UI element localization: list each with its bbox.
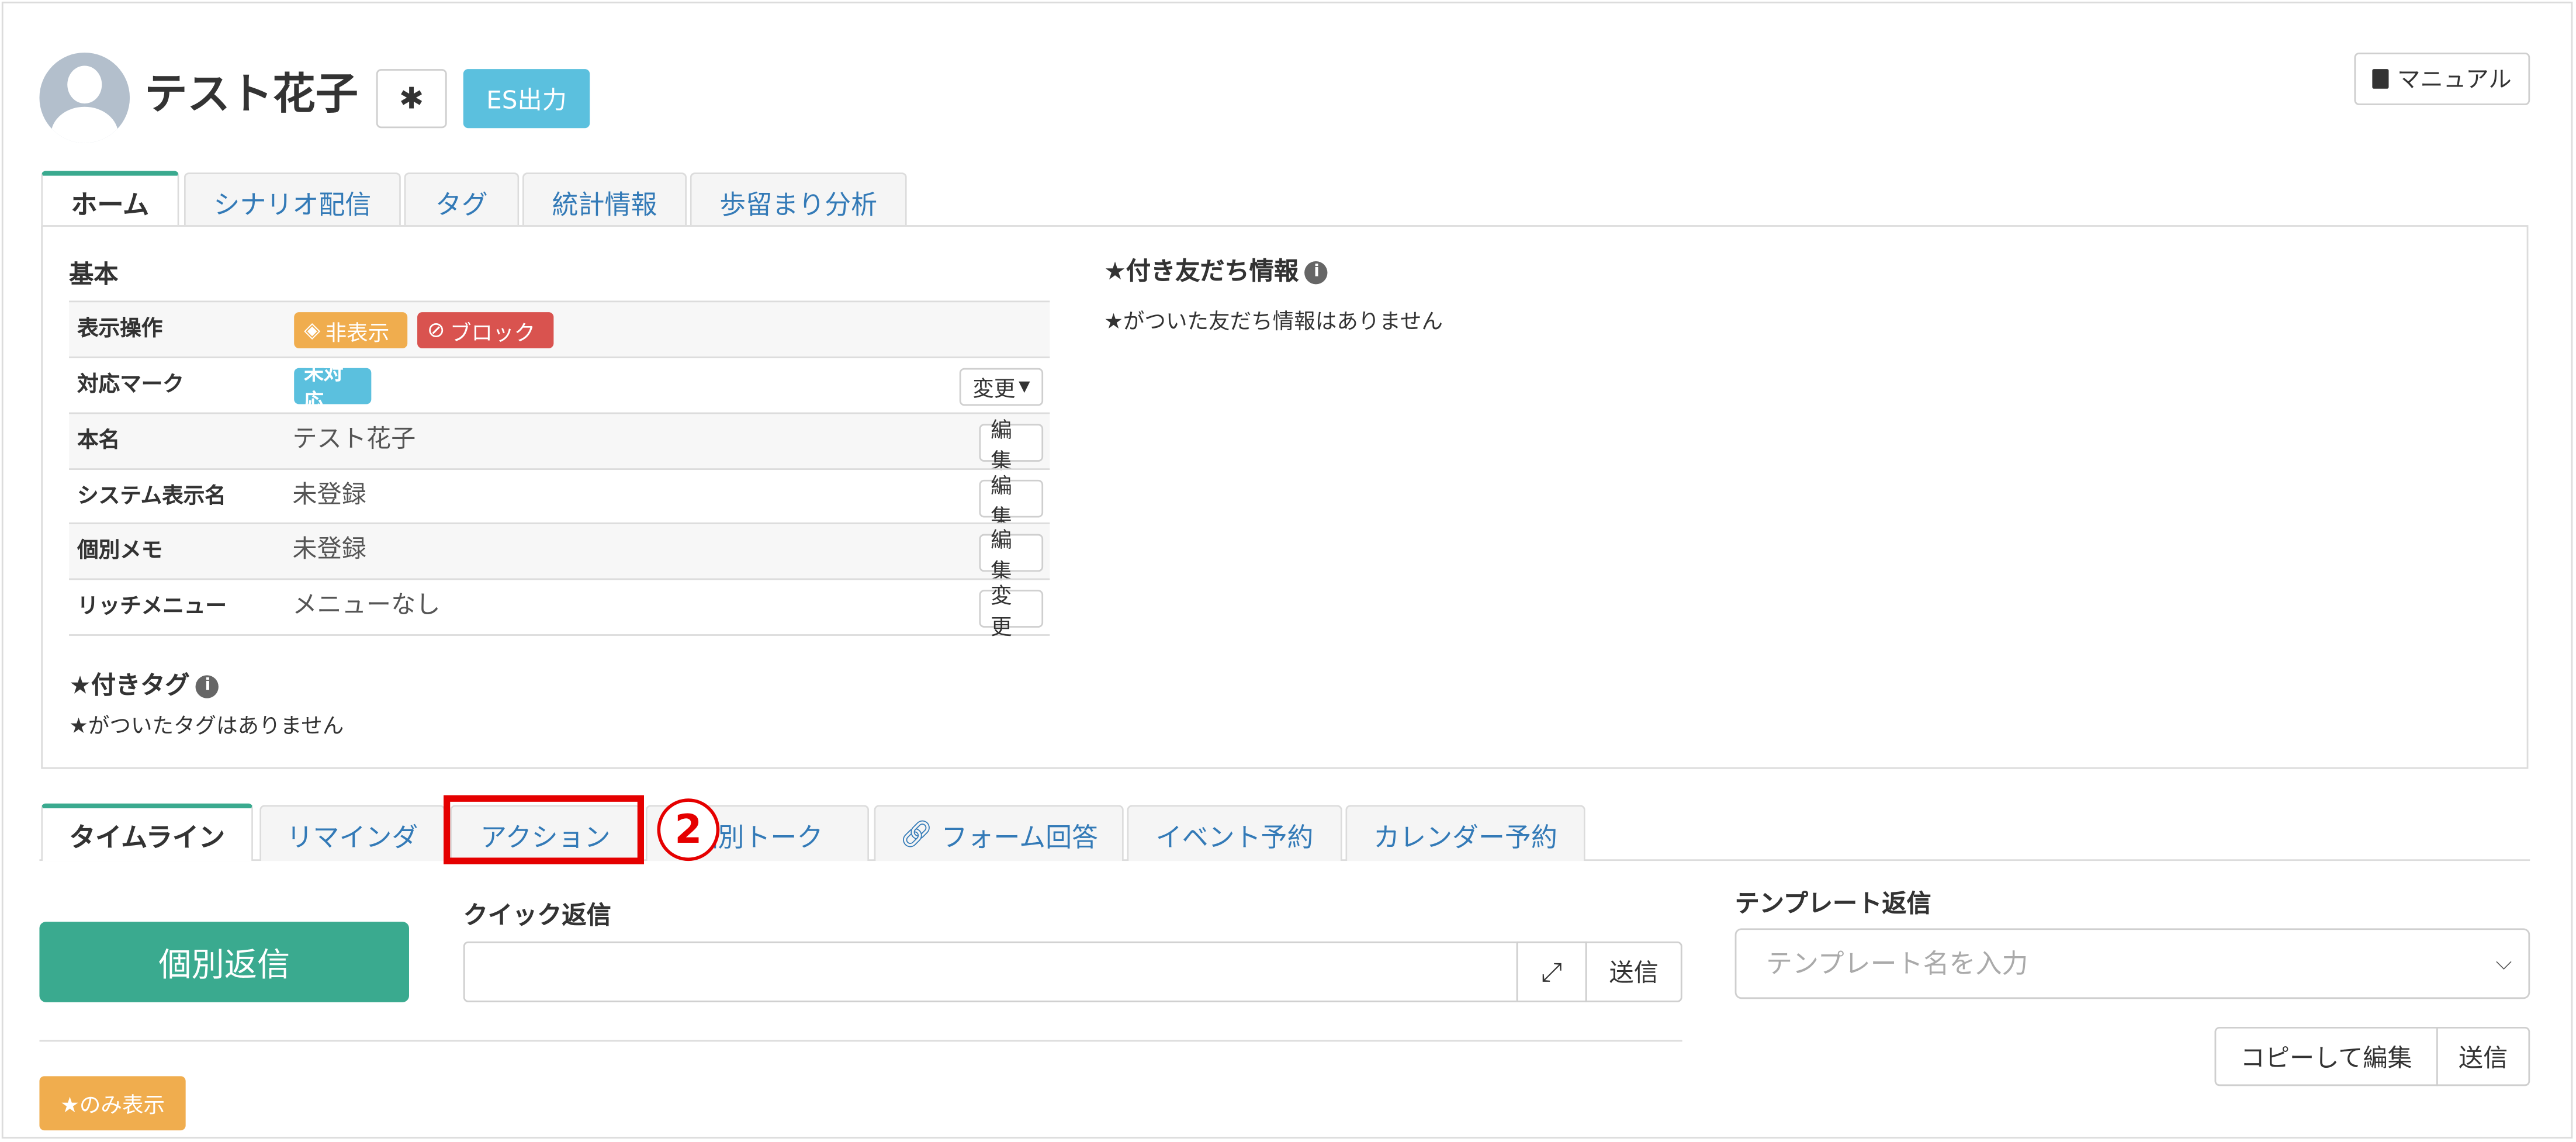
template-placeholder: テンプレート名を入力: [1766, 948, 2028, 980]
tab-scenario[interactable]: シナリオ配信: [183, 172, 401, 229]
status-badge: 未対応: [294, 361, 372, 413]
starred-tags-empty: ★がついたタグはありません: [69, 714, 344, 740]
ban-icon: ⊘: [427, 317, 445, 343]
real-name-row: 本名 テスト花子 編集: [69, 412, 1050, 474]
expand-button[interactable]: ⤢: [1516, 941, 1587, 1002]
rich-menu-row: リッチメニュー メニューなし 変更: [69, 578, 1050, 640]
manual-button-label: マニュアル: [2397, 67, 2512, 94]
friend-info-title: ★付き友だち情報 i: [1104, 253, 1328, 288]
template-select[interactable]: テンプレート名を入力 ⌵: [1734, 928, 2530, 999]
tab-home[interactable]: ホーム: [41, 171, 179, 229]
row-label: 個別メモ: [77, 539, 163, 564]
edit-real-name-button[interactable]: 編集: [979, 418, 1044, 474]
row-label: 表示操作: [77, 317, 163, 342]
tab-timeline[interactable]: タイムライン: [41, 803, 253, 861]
system-name-value: 未登録: [292, 479, 366, 510]
tab-event-booking[interactable]: イベント予約: [1127, 805, 1342, 861]
info-icon[interactable]: i: [196, 674, 220, 698]
friend-info-empty: ★がついた友だち情報はありません: [1104, 310, 1443, 335]
manual-button[interactable]: マニュアル: [2354, 52, 2530, 105]
annotation-number: 2: [657, 798, 720, 861]
change-mark-dropdown[interactable]: 変更 ▼: [959, 368, 1044, 406]
memo-value: 未登録: [292, 534, 366, 564]
basic-title: 基本: [69, 259, 119, 289]
info-icon[interactable]: i: [1305, 260, 1328, 283]
individual-reply-button[interactable]: 個別返信: [39, 922, 409, 1002]
tab-statistics[interactable]: 統計情報: [522, 172, 687, 229]
chevron-down-icon: ⌵: [2495, 951, 2512, 976]
tab-reminder[interactable]: リマインダ: [259, 805, 445, 861]
display-operation-row: 表示操作 ◈ 非表示 ⊘ ブロック: [69, 300, 1050, 357]
edit-system-name-button[interactable]: 編集: [979, 474, 1044, 530]
tab-calendar-booking[interactable]: カレンダー予約: [1345, 805, 1585, 861]
expand-icon: ⤢: [1541, 955, 1563, 987]
template-reply-label: テンプレート返信: [1734, 888, 1931, 919]
response-mark-row: 対応マーク 未対応 変更 ▼: [69, 357, 1050, 413]
tab-tags[interactable]: タグ: [404, 172, 520, 229]
edit-memo-button[interactable]: 編集: [979, 528, 1044, 584]
starred-tags-title: ★付きタグ i: [69, 667, 220, 701]
gear-icon: ✱: [399, 81, 424, 116]
divider: [39, 1040, 1682, 1042]
memo-row: 個別メモ 未登録 編集: [69, 522, 1050, 584]
settings-button[interactable]: ✱: [376, 69, 447, 129]
avatar: [39, 52, 130, 143]
system-name-row: システム表示名 未登録 編集: [69, 468, 1050, 530]
quick-reply-label: クイック返信: [463, 900, 611, 930]
copy-edit-button[interactable]: コピーして編集: [2214, 1027, 2438, 1086]
user-name: テスト花子: [144, 70, 358, 120]
caret-down-icon: ▼: [1019, 378, 1030, 396]
row-label: 対応マーク: [77, 373, 184, 398]
star-only-button[interactable]: ★のみ表示: [39, 1076, 186, 1131]
es-export-button[interactable]: ES出力: [463, 69, 590, 129]
quick-reply-input[interactable]: [463, 941, 1518, 1002]
link-icon: 🔗︎: [899, 818, 933, 850]
real-name-value: テスト花子: [292, 424, 416, 454]
change-rich-menu-button[interactable]: 変更: [979, 584, 1044, 640]
quick-send-button[interactable]: 送信: [1585, 941, 1682, 1002]
hide-button[interactable]: ◈ 非表示: [294, 312, 408, 348]
tab-form-answers[interactable]: 🔗︎ フォーム回答: [874, 805, 1124, 861]
annotation-highlight-box: [444, 795, 644, 864]
row-label: システム表示名: [77, 485, 226, 510]
tab-yield-analysis[interactable]: 歩留まり分析: [690, 172, 907, 229]
row-label: リッチメニュー: [77, 594, 227, 620]
block-button[interactable]: ⊘ ブロック: [417, 312, 554, 348]
book-icon: [2372, 69, 2390, 89]
row-label: 本名: [77, 428, 120, 454]
template-send-button[interactable]: 送信: [2436, 1027, 2530, 1086]
rich-menu-value: メニューなし: [292, 590, 441, 620]
eye-slash-icon: ◈: [304, 317, 321, 343]
